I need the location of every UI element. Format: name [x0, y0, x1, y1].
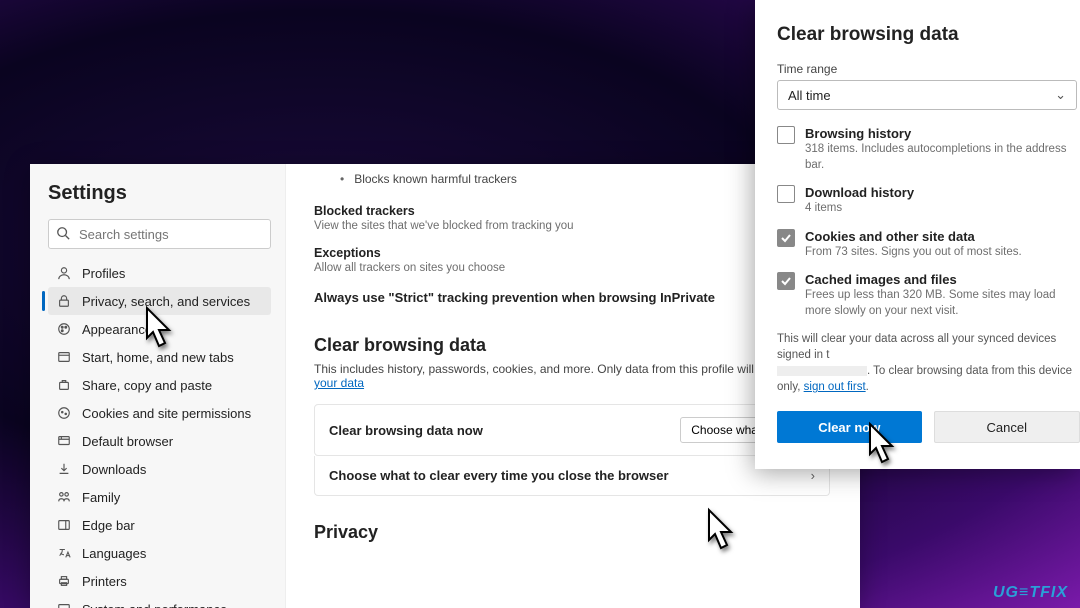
clear-on-close-row[interactable]: Choose what to clear every time you clos… [314, 456, 830, 496]
exceptions-desc: Allow all trackers on sites you choose [314, 262, 830, 274]
sidebar-item-system-and-performance[interactable]: System and performance [48, 595, 271, 608]
checkbox[interactable] [777, 126, 795, 144]
clear-browsing-data-dialog: Clear browsing data Time range All time … [755, 0, 1080, 469]
settings-title: Settings [48, 182, 271, 205]
redacted-account [777, 366, 867, 376]
sidebar-item-privacy-search-and-services[interactable]: Privacy, search, and services [48, 287, 271, 315]
clear-data-desc: This includes history, passwords, cookie… [314, 362, 830, 390]
dialog-title: Clear browsing data [777, 24, 1080, 46]
checkbox[interactable] [777, 272, 795, 290]
download-icon [56, 461, 72, 477]
printer-icon [56, 573, 72, 589]
system-icon [56, 601, 72, 608]
option-desc: Frees up less than 320 MB. Some sites ma… [805, 288, 1080, 319]
chevron-down-icon: ⌄ [1055, 87, 1066, 103]
sidebar-item-label: Cookies and site permissions [82, 406, 251, 421]
time-range-label: Time range [777, 62, 1080, 76]
sidebar-item-appearance[interactable]: Appearance [48, 315, 271, 343]
sidebar-item-share-copy-and-paste[interactable]: Share, copy and paste [48, 371, 271, 399]
chevron-right-icon: › [811, 468, 815, 483]
settings-sidebar: Settings Profiles Privacy, search, and se… [30, 164, 285, 608]
settings-window: Settings Profiles Privacy, search, and se… [30, 164, 860, 608]
exceptions-title: Exceptions [314, 246, 830, 260]
sidebar-item-cookies-and-site-permissions[interactable]: Cookies and site permissions [48, 399, 271, 427]
cookie-icon [56, 405, 72, 421]
time-range-value: All time [788, 88, 831, 103]
sidebar-item-label: Languages [82, 546, 146, 561]
search-input[interactable] [48, 219, 271, 249]
blocked-trackers-desc: View the sites that we've blocked from t… [314, 220, 830, 232]
clear-option-download-history: Download history4 items [777, 185, 1080, 217]
sidebar-item-label: Start, home, and new tabs [82, 350, 234, 365]
sidebar-item-downloads[interactable]: Downloads [48, 455, 271, 483]
search-wrap [48, 219, 271, 249]
family-icon [56, 489, 72, 505]
clear-data-heading: Clear browsing data [314, 335, 830, 356]
clear-option-browsing-history: Browsing history318 items. Includes auto… [777, 126, 1080, 173]
share-icon [56, 377, 72, 393]
clear-option-cached-images-and-files: Cached images and filesFrees up less tha… [777, 272, 1080, 319]
sidebar-item-edge-bar[interactable]: Edge bar [48, 511, 271, 539]
option-title: Cached images and files [805, 272, 1080, 287]
sidebar-item-label: Privacy, search, and services [82, 294, 250, 309]
sidebar-item-label: Appearance [82, 322, 152, 337]
option-title: Cookies and other site data [805, 229, 1028, 244]
option-title: Download history [805, 185, 914, 200]
sidebar-item-start-home-and-new-tabs[interactable]: Start, home, and new tabs [48, 343, 271, 371]
settings-nav: Profiles Privacy, search, and services App… [48, 259, 271, 608]
clear-now-row: Clear browsing data now Choose what to c… [314, 404, 830, 456]
option-desc: From 73 sites. Signs you out of most sit… [805, 245, 1028, 261]
dialog-note: This will clear your data across all you… [777, 331, 1080, 395]
sidebar-item-default-browser[interactable]: Default browser [48, 427, 271, 455]
clear-data-options: Browsing history318 items. Includes auto… [777, 126, 1080, 319]
sidebar-item-label: System and performance [82, 602, 227, 608]
checkbox[interactable] [777, 185, 795, 203]
edgebar-icon [56, 517, 72, 533]
sidebar-item-label: Edge bar [82, 518, 135, 533]
paint-icon [56, 321, 72, 337]
manage-your-data-link[interactable]: your data [314, 376, 364, 390]
sidebar-item-label: Profiles [82, 266, 125, 281]
browser-icon [56, 433, 72, 449]
clear-on-close-label: Choose what to clear every time you clos… [329, 468, 669, 483]
option-desc: 318 items. Includes autocompletions in t… [805, 142, 1080, 173]
watermark: UG≡TFIX [993, 584, 1068, 602]
person-icon [56, 265, 72, 281]
blocked-trackers-section[interactable]: Blocked trackers View the sites that we'… [314, 204, 830, 232]
clear-option-cookies-and-other-site-data: Cookies and other site dataFrom 73 sites… [777, 229, 1080, 261]
sidebar-item-label: Share, copy and paste [82, 378, 212, 393]
tab-icon [56, 349, 72, 365]
blocked-trackers-title: Blocked trackers [314, 204, 830, 218]
checkbox[interactable] [777, 229, 795, 247]
lock-icon [56, 293, 72, 309]
sidebar-item-label: Default browser [82, 434, 173, 449]
privacy-heading: Privacy [314, 522, 830, 543]
clear-now-label: Clear browsing data now [329, 423, 483, 438]
sidebar-item-profiles[interactable]: Profiles [48, 259, 271, 287]
tracker-bullet: Blocks known harmful trackers [314, 164, 830, 190]
dialog-buttons: Clear now Cancel [777, 411, 1080, 443]
sidebar-item-label: Family [82, 490, 120, 505]
option-desc: 4 items [805, 201, 914, 217]
time-range-select[interactable]: All time ⌄ [777, 80, 1077, 110]
sidebar-item-languages[interactable]: Languages [48, 539, 271, 567]
sidebar-item-label: Downloads [82, 462, 146, 477]
strict-toggle-row[interactable]: Always use "Strict" tracking prevention … [314, 290, 830, 305]
sign-out-first-link[interactable]: sign out first [804, 381, 866, 393]
sidebar-item-label: Printers [82, 574, 127, 589]
search-icon [56, 226, 70, 240]
cancel-button[interactable]: Cancel [934, 411, 1080, 443]
option-title: Browsing history [805, 126, 1080, 141]
clear-now-button[interactable]: Clear now [777, 411, 922, 443]
language-icon [56, 545, 72, 561]
sidebar-item-family[interactable]: Family [48, 483, 271, 511]
sidebar-item-printers[interactable]: Printers [48, 567, 271, 595]
exceptions-section[interactable]: Exceptions Allow all trackers on sites y… [314, 246, 830, 274]
